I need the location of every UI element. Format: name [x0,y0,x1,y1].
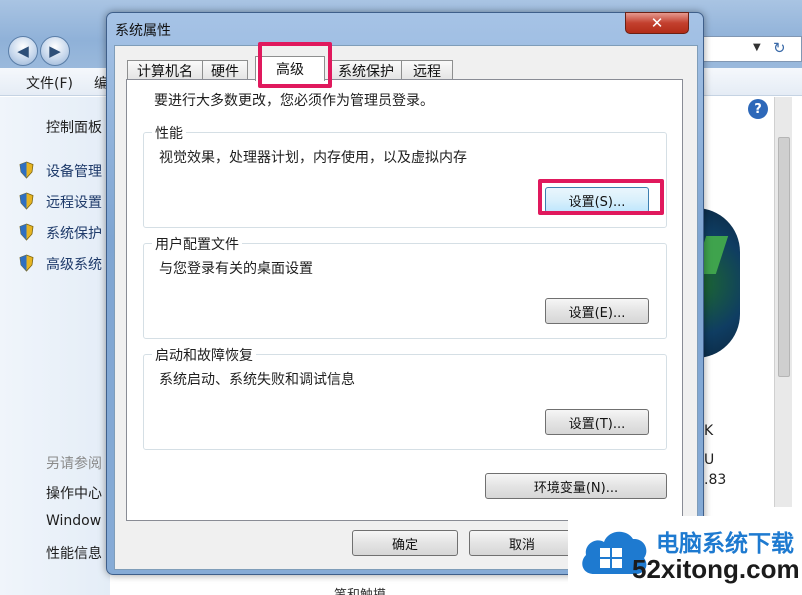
group-title: 用户配置文件 [152,234,242,254]
menu-file[interactable]: 文件(F) [26,73,73,93]
cancel-button[interactable]: 取消 [469,530,575,556]
startup-recovery-settings-button[interactable]: 设置(T)... [545,409,649,435]
sidebar-item-device-manager[interactable]: 设备管理 [46,161,102,181]
see-also-performance[interactable]: 性能信息 [46,543,102,563]
group-title: 启动和故障恢复 [152,345,256,365]
sidebar-item-remote[interactable]: 远程设置 [46,192,102,212]
see-also-windows-update[interactable]: Window [46,513,101,529]
shield-icon [19,192,34,210]
sidebar-item-protection[interactable]: 系统保护 [46,223,102,243]
tab-system-protection[interactable]: 系统保护 [330,60,402,80]
advanced-tab-panel: 要进行大多数更改，您必须作为管理员登录。 性能 视觉效果，处理器计划，内存使用，… [126,79,683,521]
watermark: 电脑系统下载 52xitong.com [568,516,802,595]
ok-button[interactable]: 确定 [352,530,458,556]
sidebar-item-advanced[interactable]: 高级系统 [46,254,102,274]
see-also-heading: 另请参阅 [46,456,102,472]
dialog-body: 计算机名 硬件 高级 系统保护 远程 要进行大多数更改，您必须作为管理员登录。 … [114,45,698,570]
close-button[interactable]: ✕ [625,12,689,34]
help-icon[interactable]: ? [748,99,768,119]
address-bar[interactable]: ▼ ↻ [700,36,802,62]
scrollbar-thumb[interactable] [778,137,790,377]
watermark-url: 52xitong.com [632,554,800,584]
group-description: 视觉效果，处理器计划，内存使用，以及虚拟内存 [159,150,467,166]
chevron-down-icon[interactable]: ▼ [753,42,761,53]
close-icon: ✕ [650,14,664,32]
user-profiles-group: 用户配置文件 与您登录有关的桌面设置 设置(E)... [143,234,667,339]
nav-buttons: ◀ ▶ [8,36,70,66]
dialog-title: 系统属性 [115,23,171,39]
watermark-title: 电脑系统下载 [656,531,794,557]
info-fragment: K [704,423,714,439]
shield-icon [19,254,34,272]
shield-icon [19,223,34,241]
group-title: 性能 [152,123,186,143]
refresh-icon[interactable]: ↻ [773,39,786,57]
see-also-action-center[interactable]: 操作中心 [46,483,102,503]
forward-icon[interactable]: ▶ [40,36,70,66]
scrollbar[interactable] [774,97,792,507]
system-properties-dialog: 系统属性 ✕ 计算机名 硬件 高级 系统保护 远程 要进行大多数更改，您必须作为… [106,12,704,575]
info-fragment: .83 [704,472,727,488]
user-profiles-settings-button[interactable]: 设置(E)... [545,298,649,324]
group-description: 系统启动、系统失败和调试信息 [159,372,355,388]
info-fragment: U [704,452,715,468]
tab-advanced[interactable]: 高级 [255,56,325,81]
sidebar-home-link[interactable]: 控制面板 [46,117,102,137]
tab-hardware[interactable]: 硬件 [202,60,248,80]
performance-settings-button[interactable]: 设置(S)... [545,187,649,213]
tab-remote[interactable]: 远程 [401,60,453,80]
startup-recovery-group: 启动和故障恢复 系统启动、系统失败和调试信息 设置(T)... [143,345,667,450]
group-description: 与您登录有关的桌面设置 [159,261,313,277]
back-icon[interactable]: ◀ [8,36,38,66]
admin-note: 要进行大多数更改，您必须作为管理员登录。 [154,93,434,109]
environment-variables-button[interactable]: 环境变量(N)... [485,473,667,499]
shield-icon [19,161,34,179]
tab-computer-name[interactable]: 计算机名 [127,60,203,80]
control-panel-sidebar: 控制面板 设备管理 远程设置 系统保护 高级系统 另请参阅 操作中心 Windo… [0,97,110,595]
pen-touch-fragment: 笔和触摸 [334,584,386,595]
performance-group: 性能 视觉效果，处理器计划，内存使用，以及虚拟内存 设置(S)... [143,123,667,228]
